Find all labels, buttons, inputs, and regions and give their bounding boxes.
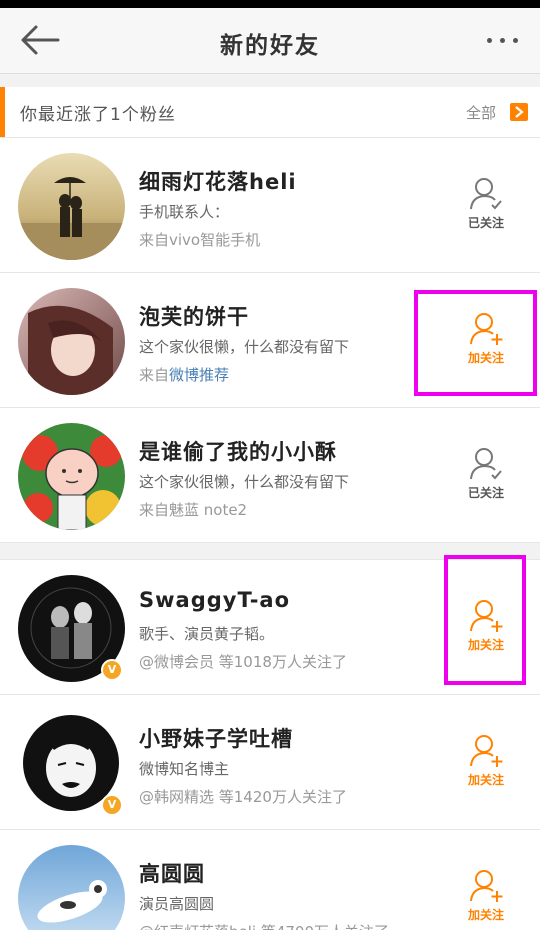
view-all-link[interactable]: 全部 — [466, 102, 496, 123]
fan-source: 来自魅蓝 note2 — [139, 501, 248, 519]
avatar[interactable] — [18, 845, 125, 930]
source-link[interactable]: 微博推荐 — [169, 366, 229, 384]
fan-desc: 这个家伙很懒，什么都没有留下 — [139, 338, 350, 356]
user-name[interactable]: SwaggyT-ao — [139, 588, 290, 612]
follow-label: 加关注 — [467, 908, 504, 922]
fan-name[interactable]: 是谁偷了我的小小酥 — [139, 436, 337, 466]
user-desc: 微博知名博主 — [139, 760, 230, 778]
more-icon[interactable] — [487, 38, 518, 43]
follow-label: 已关注 — [467, 486, 504, 500]
section-accent-bar — [0, 87, 5, 137]
status-bar — [0, 0, 540, 8]
avatar[interactable] — [18, 288, 125, 395]
new-fans-header: 你最近涨了1个粉丝 全部 — [0, 87, 540, 138]
user-desc: 演员高圆圆 — [139, 895, 215, 913]
highlight-box — [414, 290, 537, 396]
user-check-icon — [470, 178, 502, 210]
avatar[interactable] — [18, 153, 125, 260]
user-followed-by: @韩网精选 等1420万人关注了 — [139, 788, 347, 806]
fan-desc: 手机联系人： — [139, 203, 230, 221]
highlight-box — [444, 555, 526, 685]
fan-row[interactable]: 泡芙的饼干 这个家伙很懒，什么都没有留下 来自微博推荐 加关注 — [0, 273, 540, 408]
user-followed-by: @红声灯花落heli 等4700万人关注了 — [139, 921, 424, 930]
user-add-icon — [470, 735, 503, 767]
following-button[interactable]: 已关注 — [456, 176, 516, 231]
user-desc: 歌手、演员黄子韬。 — [139, 625, 275, 643]
fan-name[interactable]: 细雨灯花落heli — [139, 166, 297, 196]
follow-button[interactable]: 加关注 — [456, 868, 516, 923]
suggested-user-row[interactable]: V 小野妹子学吐槽 微博知名博主 @韩网精选 等1420万人关注了 加关注 — [0, 695, 540, 830]
verified-badge: V — [101, 659, 123, 681]
fan-row[interactable]: 是谁偷了我的小小酥 这个家伙很懒，什么都没有留下 来自魅蓝 note2 已关注 — [0, 408, 540, 543]
user-name[interactable]: 高圆圆 — [139, 858, 205, 888]
follow-button[interactable]: 加关注 — [456, 733, 516, 788]
nav-bar: 新的好友 — [0, 8, 540, 74]
user-followed-by: @微博会员 等1018万人关注了 — [139, 653, 347, 671]
avatar[interactable] — [18, 423, 125, 530]
section-label: 你最近涨了1个粉丝 — [20, 105, 176, 125]
chevron-right-icon[interactable] — [510, 103, 528, 121]
suggested-user-row[interactable]: 高圆圆 演员高圆圆 @红声灯花落heli 等4700万人关注了 加关注 — [0, 830, 540, 930]
fan-name[interactable]: 泡芙的饼干 — [139, 301, 249, 331]
fan-source: 来自微博推荐 — [139, 366, 230, 384]
follow-label: 已关注 — [467, 216, 504, 230]
page-title: 新的好友 — [220, 33, 320, 59]
following-button[interactable]: 已关注 — [456, 446, 516, 501]
user-add-icon — [470, 870, 503, 902]
follow-label: 加关注 — [467, 773, 504, 787]
fan-source: 来自vivo智能手机 — [139, 231, 261, 249]
user-check-icon — [470, 448, 502, 480]
verified-badge: V — [101, 794, 123, 816]
fan-row[interactable]: 细雨灯花落heli 手机联系人： 来自vivo智能手机 已关注 — [0, 138, 540, 273]
suggested-user-row[interactable]: V SwaggyT-ao 歌手、演员黄子韬。 @微博会员 等1018万人关注了 … — [0, 555, 540, 695]
fan-desc: 这个家伙很懒，什么都没有留下 — [139, 473, 350, 491]
user-name[interactable]: 小野妹子学吐槽 — [139, 723, 293, 753]
